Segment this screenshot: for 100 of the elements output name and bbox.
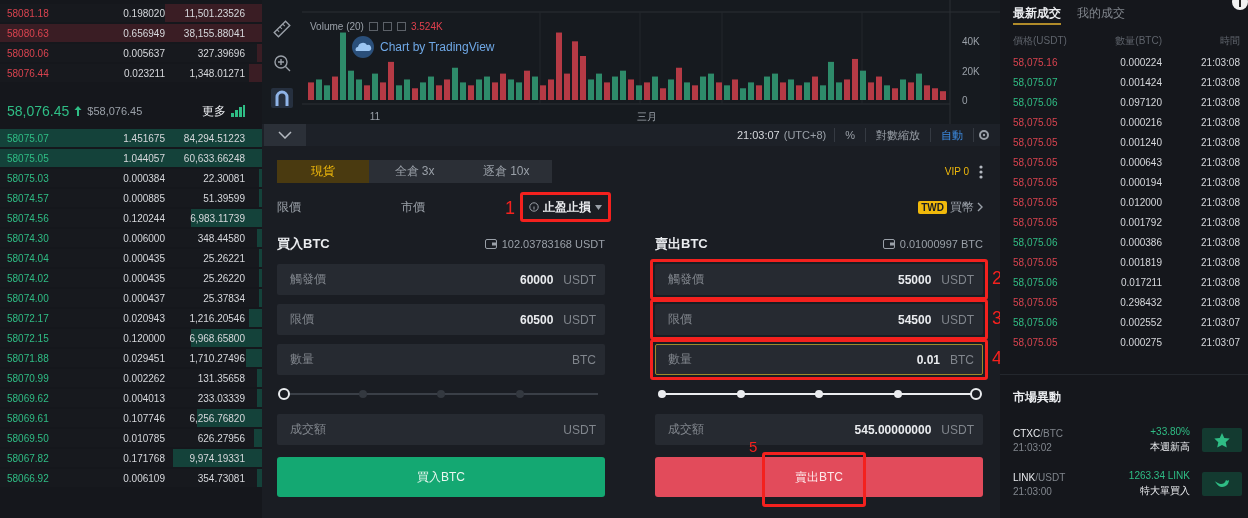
margin-tab[interactable]: 逐倉 10x bbox=[460, 160, 552, 183]
more-link[interactable]: 更多 bbox=[202, 102, 226, 120]
trade-amount: 0.000643 bbox=[1119, 156, 1162, 168]
volume-bar bbox=[452, 67, 458, 100]
volume-bar bbox=[756, 85, 762, 100]
slider-stop[interactable] bbox=[358, 390, 367, 398]
more-icon[interactable] bbox=[979, 164, 983, 179]
trade-price: 58,075.06 bbox=[1013, 96, 1059, 108]
trade-amount: 0.001819 bbox=[1119, 256, 1162, 268]
axis-label: 40K bbox=[962, 36, 980, 48]
input-field[interactable]: 觸發價 55000 USDT bbox=[655, 264, 983, 295]
input-field[interactable]: 成交額 USDT bbox=[277, 414, 605, 445]
trade-price: 58,075.05 bbox=[1013, 256, 1059, 268]
trades-tab[interactable]: 我的成交 bbox=[1077, 5, 1125, 25]
sell-button[interactable]: 賣出BTC bbox=[655, 457, 983, 497]
volume-bar bbox=[644, 82, 650, 100]
amount-text: 0.000384 bbox=[122, 172, 165, 184]
toolbar-option[interactable]: 對數縮放 bbox=[866, 127, 930, 143]
volume-bar bbox=[476, 79, 482, 100]
chevron-down-icon bbox=[278, 131, 292, 139]
order-type-tab[interactable]: 市價 bbox=[401, 197, 425, 217]
volume-bar bbox=[628, 79, 634, 100]
trades-tab[interactable]: 最新成交 bbox=[1013, 5, 1061, 25]
trade-price: 58,075.05 bbox=[1013, 156, 1059, 168]
slider-stop[interactable] bbox=[736, 390, 745, 398]
slider-stop[interactable] bbox=[815, 390, 823, 398]
trade-amount: 0.001424 bbox=[1119, 76, 1162, 88]
trade-price: 58,075.06 bbox=[1013, 236, 1059, 248]
form-title: 買入BTC bbox=[277, 234, 330, 253]
timezone-label: (UTC+8) bbox=[783, 129, 827, 141]
up-arrow-icon bbox=[74, 105, 83, 117]
order-type-tab[interactable]: 限價 bbox=[277, 197, 301, 217]
input-field[interactable]: 數量 BTC bbox=[277, 344, 605, 375]
buy-crypto-link[interactable]: 買幣 bbox=[950, 198, 974, 216]
pair-label: LINK/USDT bbox=[1013, 471, 1067, 483]
ruler-icon[interactable] bbox=[273, 20, 291, 38]
chart-time: 21:03:07 bbox=[736, 129, 780, 141]
trade-amount: 0.012000 bbox=[1119, 196, 1162, 208]
caret-icon bbox=[595, 204, 602, 210]
input-field[interactable]: 限價 60500 USDT bbox=[277, 304, 605, 335]
slider-stop[interactable] bbox=[658, 390, 666, 398]
total-text: 626.27956 bbox=[196, 432, 245, 444]
change-value: 1263.34 LINK bbox=[1128, 470, 1190, 481]
collapse-button[interactable] bbox=[264, 124, 306, 146]
total-text: 1,348.01271 bbox=[188, 67, 245, 79]
input-field[interactable]: 限價 54500 USDT bbox=[655, 304, 983, 335]
price-text: 58075.05 bbox=[7, 152, 50, 164]
volume-bar bbox=[524, 70, 530, 100]
slider-thumb[interactable] bbox=[278, 388, 290, 400]
order-type-tab[interactable]: 止盈止損 bbox=[525, 197, 606, 217]
amount-text: 0.107746 bbox=[122, 412, 165, 424]
margin-tab[interactable]: 全倉 3x bbox=[368, 160, 461, 183]
event-icon-button[interactable] bbox=[1202, 472, 1242, 496]
volume-bar bbox=[604, 82, 610, 100]
amount-text: 0.198020 bbox=[122, 7, 165, 19]
volume-bar bbox=[700, 76, 706, 100]
price-text: 58069.50 bbox=[7, 432, 50, 444]
amount-text: 0.002262 bbox=[122, 372, 165, 384]
total-text: 6,983.11739 bbox=[189, 212, 245, 224]
toolbar-option[interactable]: 自動 bbox=[931, 127, 973, 143]
volume-bar bbox=[788, 79, 794, 100]
slider-thumb[interactable] bbox=[970, 388, 982, 400]
volume-bar bbox=[772, 73, 778, 100]
volume-bar bbox=[844, 79, 850, 100]
trade-amount: 0.000386 bbox=[1119, 236, 1162, 248]
trade-amount: 0.002552 bbox=[1119, 316, 1162, 328]
info-icon bbox=[529, 202, 539, 212]
volume-bar bbox=[916, 73, 922, 100]
volume-bar bbox=[748, 82, 754, 100]
event-icon-button[interactable] bbox=[1202, 428, 1242, 452]
volume-bar bbox=[412, 88, 418, 100]
price-text: 58074.56 bbox=[7, 212, 50, 224]
volume-bar bbox=[444, 79, 450, 100]
total-text: 233.03339 bbox=[196, 392, 245, 404]
settings-icon[interactable] bbox=[978, 129, 990, 141]
price-text: 58080.63 bbox=[7, 27, 50, 39]
volume-bar bbox=[660, 88, 666, 100]
slider-stop[interactable] bbox=[893, 390, 902, 398]
volume-bar bbox=[836, 82, 842, 100]
trade-price: 58,075.16 bbox=[1013, 56, 1059, 68]
slider-stop[interactable] bbox=[437, 390, 445, 398]
slider-stop[interactable] bbox=[515, 390, 524, 398]
trade-price: 58,075.05 bbox=[1013, 196, 1059, 208]
volume-bar bbox=[396, 85, 402, 100]
pair-label: CTXC/BTC bbox=[1013, 427, 1064, 439]
price-text: 58074.04 bbox=[7, 252, 50, 264]
volume-bar bbox=[820, 85, 826, 100]
input-field[interactable]: 數量 0.01 BTC bbox=[655, 344, 983, 375]
toolbar-option[interactable]: % bbox=[835, 129, 865, 141]
trade-price: 58,075.05 bbox=[1013, 116, 1059, 128]
total-text: 51.39599 bbox=[202, 192, 245, 204]
usd-price: $58,076.45 bbox=[87, 105, 143, 117]
volume-bar bbox=[900, 79, 906, 100]
price-text: 58071.88 bbox=[7, 352, 50, 364]
zoom-in-icon[interactable] bbox=[273, 54, 291, 72]
total-text: 131.35658 bbox=[196, 372, 245, 384]
margin-tab[interactable]: 現貨 bbox=[277, 160, 369, 183]
magnet-icon[interactable] bbox=[271, 88, 293, 108]
input-field[interactable]: 觸發價 60000 USDT bbox=[277, 264, 605, 295]
trade-time: 21:03:08 bbox=[1200, 276, 1240, 288]
